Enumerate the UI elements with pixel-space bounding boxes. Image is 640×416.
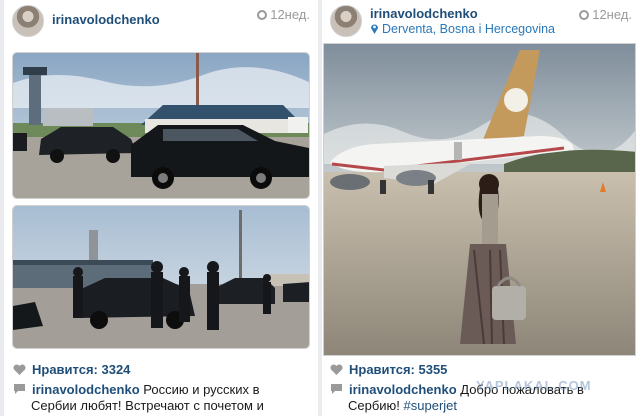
post-time: 12нед. <box>579 7 632 22</box>
username[interactable]: irinavolodchenko <box>370 6 478 21</box>
comment-icon <box>14 384 25 394</box>
location-pin-icon <box>371 24 378 34</box>
clock-icon <box>579 10 590 20</box>
post-header: irinavolodchenko Derventa, Bosna i Herce… <box>322 0 640 42</box>
photo-escort[interactable] <box>12 205 310 349</box>
comment-icon <box>331 384 342 394</box>
post-time: 12нед. <box>257 7 310 22</box>
likes-count[interactable]: Нравится: 5355 <box>330 362 447 377</box>
caption-username[interactable]: irinavolodchenko <box>349 382 457 397</box>
post-header: irinavolodchenko 12нед. <box>4 0 318 42</box>
hashtag[interactable]: #superjet <box>404 398 457 413</box>
photo-cars[interactable] <box>12 52 310 199</box>
likes-count[interactable]: Нравится: 3324 <box>13 362 130 377</box>
avatar[interactable] <box>330 5 362 37</box>
photo-superjet[interactable] <box>323 43 636 356</box>
heart-icon <box>330 364 343 375</box>
watermark: YAPLAKAL.COM <box>476 378 592 393</box>
post-left: irinavolodchenko 12нед. Нравится: 3324 i… <box>4 0 318 416</box>
heart-icon <box>13 364 26 375</box>
location[interactable]: Derventa, Bosna i Hercegovina <box>370 22 555 36</box>
username[interactable]: irinavolodchenko <box>52 12 160 27</box>
caption: irinavolodchenko Россию и русских в Серб… <box>13 382 313 414</box>
caption-username[interactable]: irinavolodchenko <box>32 382 140 397</box>
avatar[interactable] <box>12 5 44 37</box>
post-right: irinavolodchenko Derventa, Bosna i Herce… <box>322 0 640 416</box>
clock-icon <box>257 10 268 20</box>
